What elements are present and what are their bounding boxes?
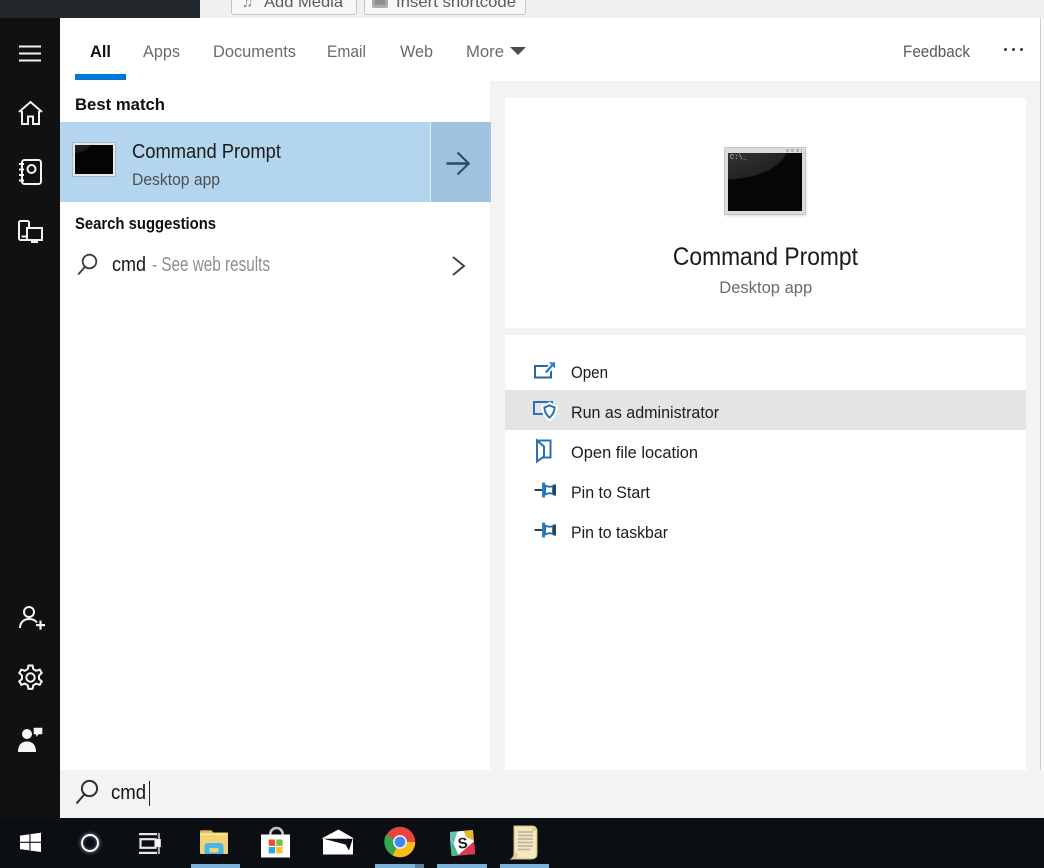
svg-text:S: S [457,835,468,853]
